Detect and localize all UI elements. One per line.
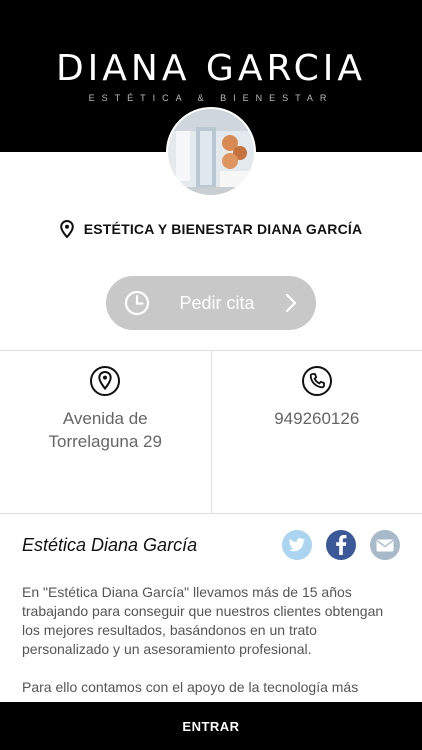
about-title: Estética Diana García <box>22 534 198 555</box>
brand-logo-text: DIANA GARCIA <box>55 48 367 89</box>
about-header: Estética Diana García <box>22 525 400 565</box>
enter-button[interactable]: ENTRAR <box>0 702 422 750</box>
business-name-row: ESTÉTICA Y BIENESTAR DIANA GARCÍA <box>0 220 422 238</box>
address-line-2: Torrelaguna 29 <box>48 432 162 451</box>
about-section: Estética Diana García En "Estética Diana <box>0 525 422 697</box>
phone-icon <box>301 366 332 396</box>
brand-tagline: ESTÉTICA & BIENESTAR <box>88 93 334 103</box>
chevron-right-icon <box>285 293 297 313</box>
social-share-group <box>282 530 400 560</box>
twitter-icon <box>288 537 306 551</box>
enter-button-label: ENTRAR <box>182 718 240 734</box>
about-paragraph-1: En "Estética Diana García" llevamos más … <box>22 584 384 657</box>
about-paragraph-2: Para ello contamos con el apoyo de la te… <box>22 679 359 695</box>
location-pin-icon <box>90 366 121 396</box>
business-photo <box>166 107 256 197</box>
about-description: En "Estética Diana García" llevamos más … <box>22 583 400 697</box>
twitter-share-button[interactable] <box>282 530 312 560</box>
request-appointment-label: Pedir cita <box>179 292 255 313</box>
address-text: Avenida de Torrelaguna 29 <box>49 407 162 453</box>
clock-icon <box>124 290 150 316</box>
facebook-share-button[interactable] <box>326 530 356 560</box>
phone-cell[interactable]: 949260126 <box>210 351 422 513</box>
address-cell[interactable]: Avenida de Torrelaguna 29 <box>0 351 211 513</box>
mail-icon <box>376 539 394 551</box>
salon-photo-illustration <box>168 109 254 195</box>
contact-grid: Avenida de Torrelaguna 29 949260126 <box>0 350 422 514</box>
facebook-icon <box>336 535 347 555</box>
location-pin-icon <box>59 220 74 238</box>
request-appointment-button[interactable]: Pedir cita <box>106 276 316 330</box>
address-line-1: Avenida de <box>62 409 148 428</box>
email-share-button[interactable] <box>370 530 400 560</box>
business-name: ESTÉTICA Y BIENESTAR DIANA GARCÍA <box>83 221 363 237</box>
phone-number: 949260126 <box>274 409 360 428</box>
